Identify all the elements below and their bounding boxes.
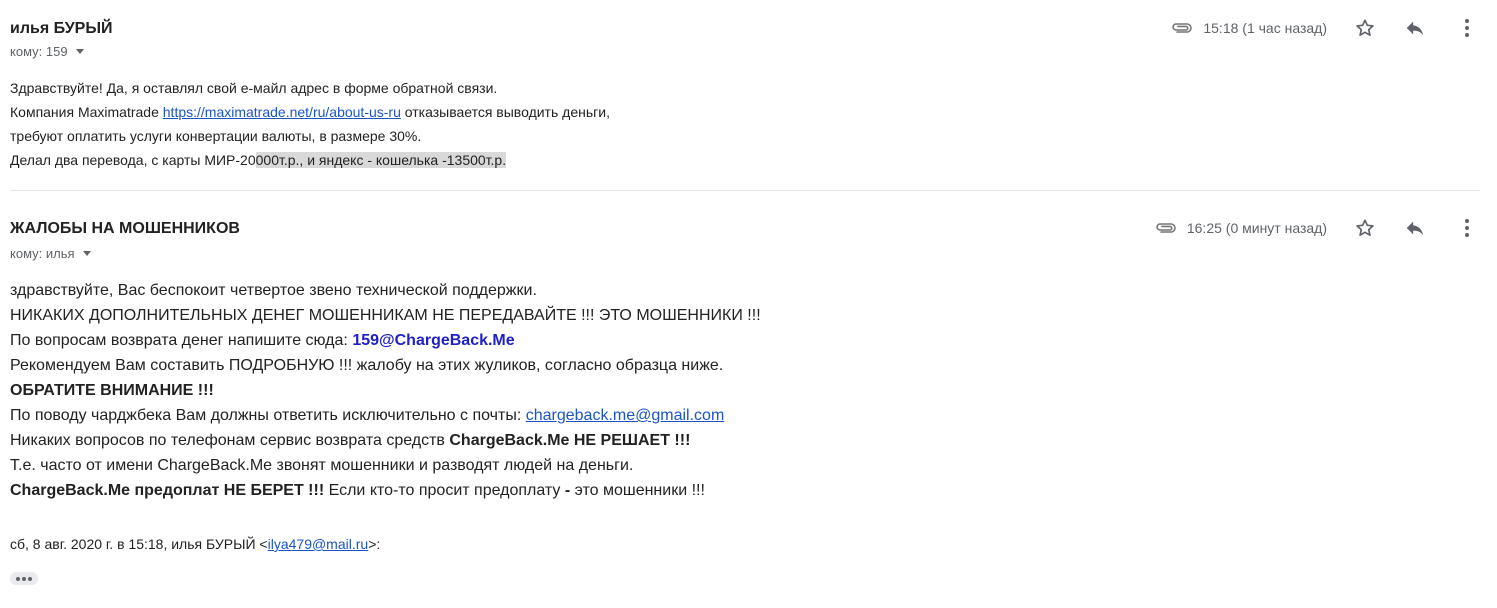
highlighted-text: 000т.р., и яндекс - кошелька -13500т.р. bbox=[255, 152, 507, 168]
dot bbox=[22, 576, 26, 581]
message-2: ЖАЛОБЫ НА МОШЕННИКОВ кому: илья 16:25 (0… bbox=[0, 200, 1497, 608]
body-text: Никаких вопросов по телефонам сервис воз… bbox=[10, 432, 450, 449]
body-line: здравствуйте, Вас беспокоит четвертое зв… bbox=[10, 282, 537, 299]
message-time: 15:18 (1 час назад) bbox=[1203, 20, 1327, 36]
body-line: ОБРАТИТЕ ВНИМАНИЕ !!! bbox=[10, 378, 761, 403]
sender-name: ЖАЛОБЫ НА МОШЕННИКОВ bbox=[10, 220, 240, 237]
more-vert-icon[interactable] bbox=[1455, 16, 1479, 40]
body-text: Если кто-то просит предоплату bbox=[324, 482, 565, 499]
recipient-label: кому: илья bbox=[10, 246, 75, 261]
body-line: Компания Maximatrade https://maximatrade… bbox=[10, 100, 610, 124]
support-email: 159@ChargeBack.Me bbox=[352, 332, 515, 349]
body-line: Рекомендуем Вам составить ПОДРОБНУЮ !!! … bbox=[10, 357, 724, 374]
company-link[interactable]: https://maximatrade.net/ru/about-us-ru bbox=[163, 104, 401, 120]
message-time: 16:25 (0 минут назад) bbox=[1186, 220, 1327, 236]
bold-text: ChargeBack.Me предоплат НЕ БЕРЕТ !!! bbox=[10, 482, 325, 499]
body-text: Делал два перевода, с карты МИР-20 bbox=[10, 152, 256, 168]
reply-icon[interactable] bbox=[1403, 216, 1427, 240]
recipient-label: кому: 159 bbox=[10, 44, 68, 59]
message-1: илья БУРЫЙ кому: 159 15:18 (1 час назад)… bbox=[0, 0, 1497, 192]
body-text: По вопросам возврата денег напишите сюда… bbox=[10, 332, 353, 349]
quote-text: >: bbox=[368, 536, 381, 552]
quote-header: сб, 8 авг. 2020 г. в 15:18, илья БУРЫЙ <… bbox=[10, 536, 380, 552]
sender-name: илья БУРЫЙ bbox=[10, 20, 113, 37]
message-meta: 15:18 (1 час назад) bbox=[1171, 16, 1479, 40]
reply-icon[interactable] bbox=[1403, 16, 1427, 40]
paperclip-icon bbox=[1156, 223, 1176, 233]
body-line: По вопросам возврата денег напишите сюда… bbox=[10, 328, 761, 353]
body-line: Т.е. часто от имени ChargeBack.Me звонят… bbox=[10, 457, 634, 474]
message-meta: 16:25 (0 минут назад) bbox=[1155, 216, 1479, 240]
body-line: НИКАКИХ ДОПОЛНИТЕЛЬНЫХ ДЕНЕГ МОШЕННИКАМ … bbox=[10, 307, 761, 324]
body-line: Здравствуйте! Да, я оставлял свой е-майл… bbox=[10, 80, 498, 96]
dot bbox=[28, 576, 32, 581]
body-text: Компания Maximatrade bbox=[10, 104, 163, 120]
body-line: По поводу чарджбека Вам должны ответить … bbox=[10, 403, 761, 428]
quote-text: сб, 8 авг. 2020 г. в 15:18, илья БУРЫЙ < bbox=[10, 536, 268, 552]
recipient-line[interactable]: кому: илья bbox=[10, 246, 91, 261]
body-text: По поводу чарджбека Вам должны ответить … bbox=[10, 407, 526, 424]
more-vert-icon[interactable] bbox=[1455, 216, 1479, 240]
paperclip-icon bbox=[1172, 23, 1193, 33]
email-link[interactable]: chargeback.me@gmail.com bbox=[526, 407, 725, 424]
message-divider bbox=[10, 190, 1480, 191]
show-details-chevron-down-icon[interactable] bbox=[75, 49, 84, 54]
message-body: здравствуйте, Вас беспокоит четвертое зв… bbox=[10, 278, 761, 503]
body-line: Делал два перевода, с карты МИР-20000т.р… bbox=[10, 148, 610, 172]
body-line: требуют оплатить услуги конвертации валю… bbox=[10, 128, 422, 144]
bold-text: ChargeBack.Me НЕ РЕШАЕТ !!! bbox=[449, 432, 691, 449]
attention-heading: ОБРАТИТЕ ВНИМАНИЕ !!! bbox=[10, 382, 214, 399]
recipient-line[interactable]: кому: 159 bbox=[10, 44, 84, 59]
message-body: Здравствуйте! Да, я оставлял свой е-майл… bbox=[10, 76, 610, 172]
show-details-chevron-down-icon[interactable] bbox=[82, 251, 91, 256]
star-icon[interactable] bbox=[1353, 216, 1377, 240]
body-text: отказывается выводить деньги, bbox=[400, 104, 610, 120]
dot bbox=[16, 576, 20, 581]
body-line: ChargeBack.Me предоплат НЕ БЕРЕТ !!! Есл… bbox=[10, 478, 761, 503]
body-line: Никаких вопросов по телефонам сервис воз… bbox=[10, 428, 761, 453]
star-icon[interactable] bbox=[1353, 16, 1377, 40]
quote-email-link[interactable]: ilya479@mail.ru bbox=[268, 536, 369, 552]
ellipsis-icon[interactable] bbox=[10, 572, 38, 585]
body-text: это мошенники !!! bbox=[570, 482, 705, 499]
